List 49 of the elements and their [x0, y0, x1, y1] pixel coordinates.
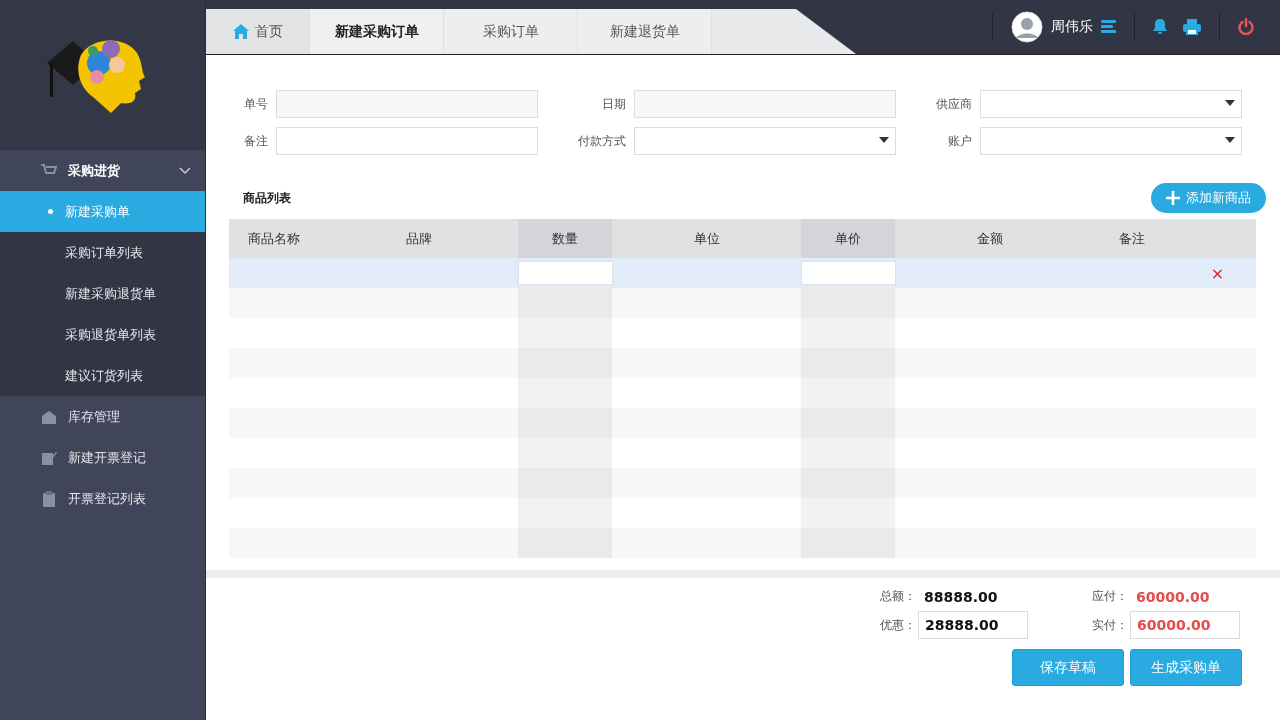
select-field[interactable]	[634, 127, 896, 155]
home-icon	[232, 24, 249, 39]
field-label: 供应商	[935, 95, 973, 113]
select-field[interactable]	[980, 127, 1242, 155]
sidebar-item[interactable]: 新建采购退货单	[0, 273, 205, 314]
clipboard-icon	[40, 489, 58, 508]
tab[interactable]: 新建采购订单	[310, 9, 444, 54]
field-label: 付款方式	[577, 132, 627, 150]
plus-icon	[1166, 191, 1180, 205]
summary-label: 优惠：	[880, 616, 916, 634]
column-header: 数量	[518, 219, 612, 258]
input-field[interactable]	[276, 90, 538, 118]
input-field[interactable]: 28888.00	[918, 611, 1028, 639]
tab[interactable]: 首页	[206, 9, 310, 54]
input-field[interactable]: 60000.00	[1130, 611, 1240, 639]
summary-label: 总额：	[880, 588, 916, 605]
summary-label: 实付：	[1092, 616, 1128, 634]
field-label: 账户	[947, 132, 973, 150]
table-row[interactable]	[229, 288, 1256, 318]
input-field[interactable]	[634, 90, 896, 118]
sidebar-item[interactable]: 采购订单列表	[0, 232, 205, 273]
caret-icon	[1225, 137, 1235, 143]
summary-value: 60000.00	[1135, 588, 1211, 605]
summary-label: 应付：	[1092, 588, 1128, 605]
bell-icon[interactable]	[1153, 19, 1167, 34]
table-input[interactable]	[800, 261, 896, 285]
select-field[interactable]	[980, 90, 1242, 118]
tab[interactable]: 新建退货单	[578, 9, 712, 54]
tab[interactable]: 采购订单	[444, 9, 578, 54]
table-input[interactable]	[517, 261, 613, 285]
summary-value: 88888.00	[923, 588, 999, 605]
field-label: 日期	[601, 95, 627, 113]
input-field[interactable]	[276, 127, 538, 155]
menu-icon[interactable]	[1101, 20, 1116, 33]
caret-icon	[879, 137, 889, 143]
sidebar-item[interactable]: 建议订货列表	[0, 355, 205, 396]
caret-icon	[1225, 100, 1235, 106]
sidebar-item[interactable]: 采购退货单列表	[0, 314, 205, 355]
delete-button[interactable]: ×	[1210, 263, 1225, 283]
power-icon[interactable]	[1238, 18, 1254, 35]
printer-icon[interactable]	[1183, 18, 1201, 35]
section-title: 商品列表	[243, 189, 291, 207]
field-label: 备注	[243, 132, 269, 150]
column-header: 单价	[801, 219, 895, 258]
table-row[interactable]: ×	[229, 258, 1256, 288]
user-name: 周伟乐	[1051, 17, 1093, 36]
chevron-icon	[179, 166, 191, 175]
avatar[interactable]	[1011, 10, 1043, 43]
field-label: 单号	[243, 95, 269, 113]
